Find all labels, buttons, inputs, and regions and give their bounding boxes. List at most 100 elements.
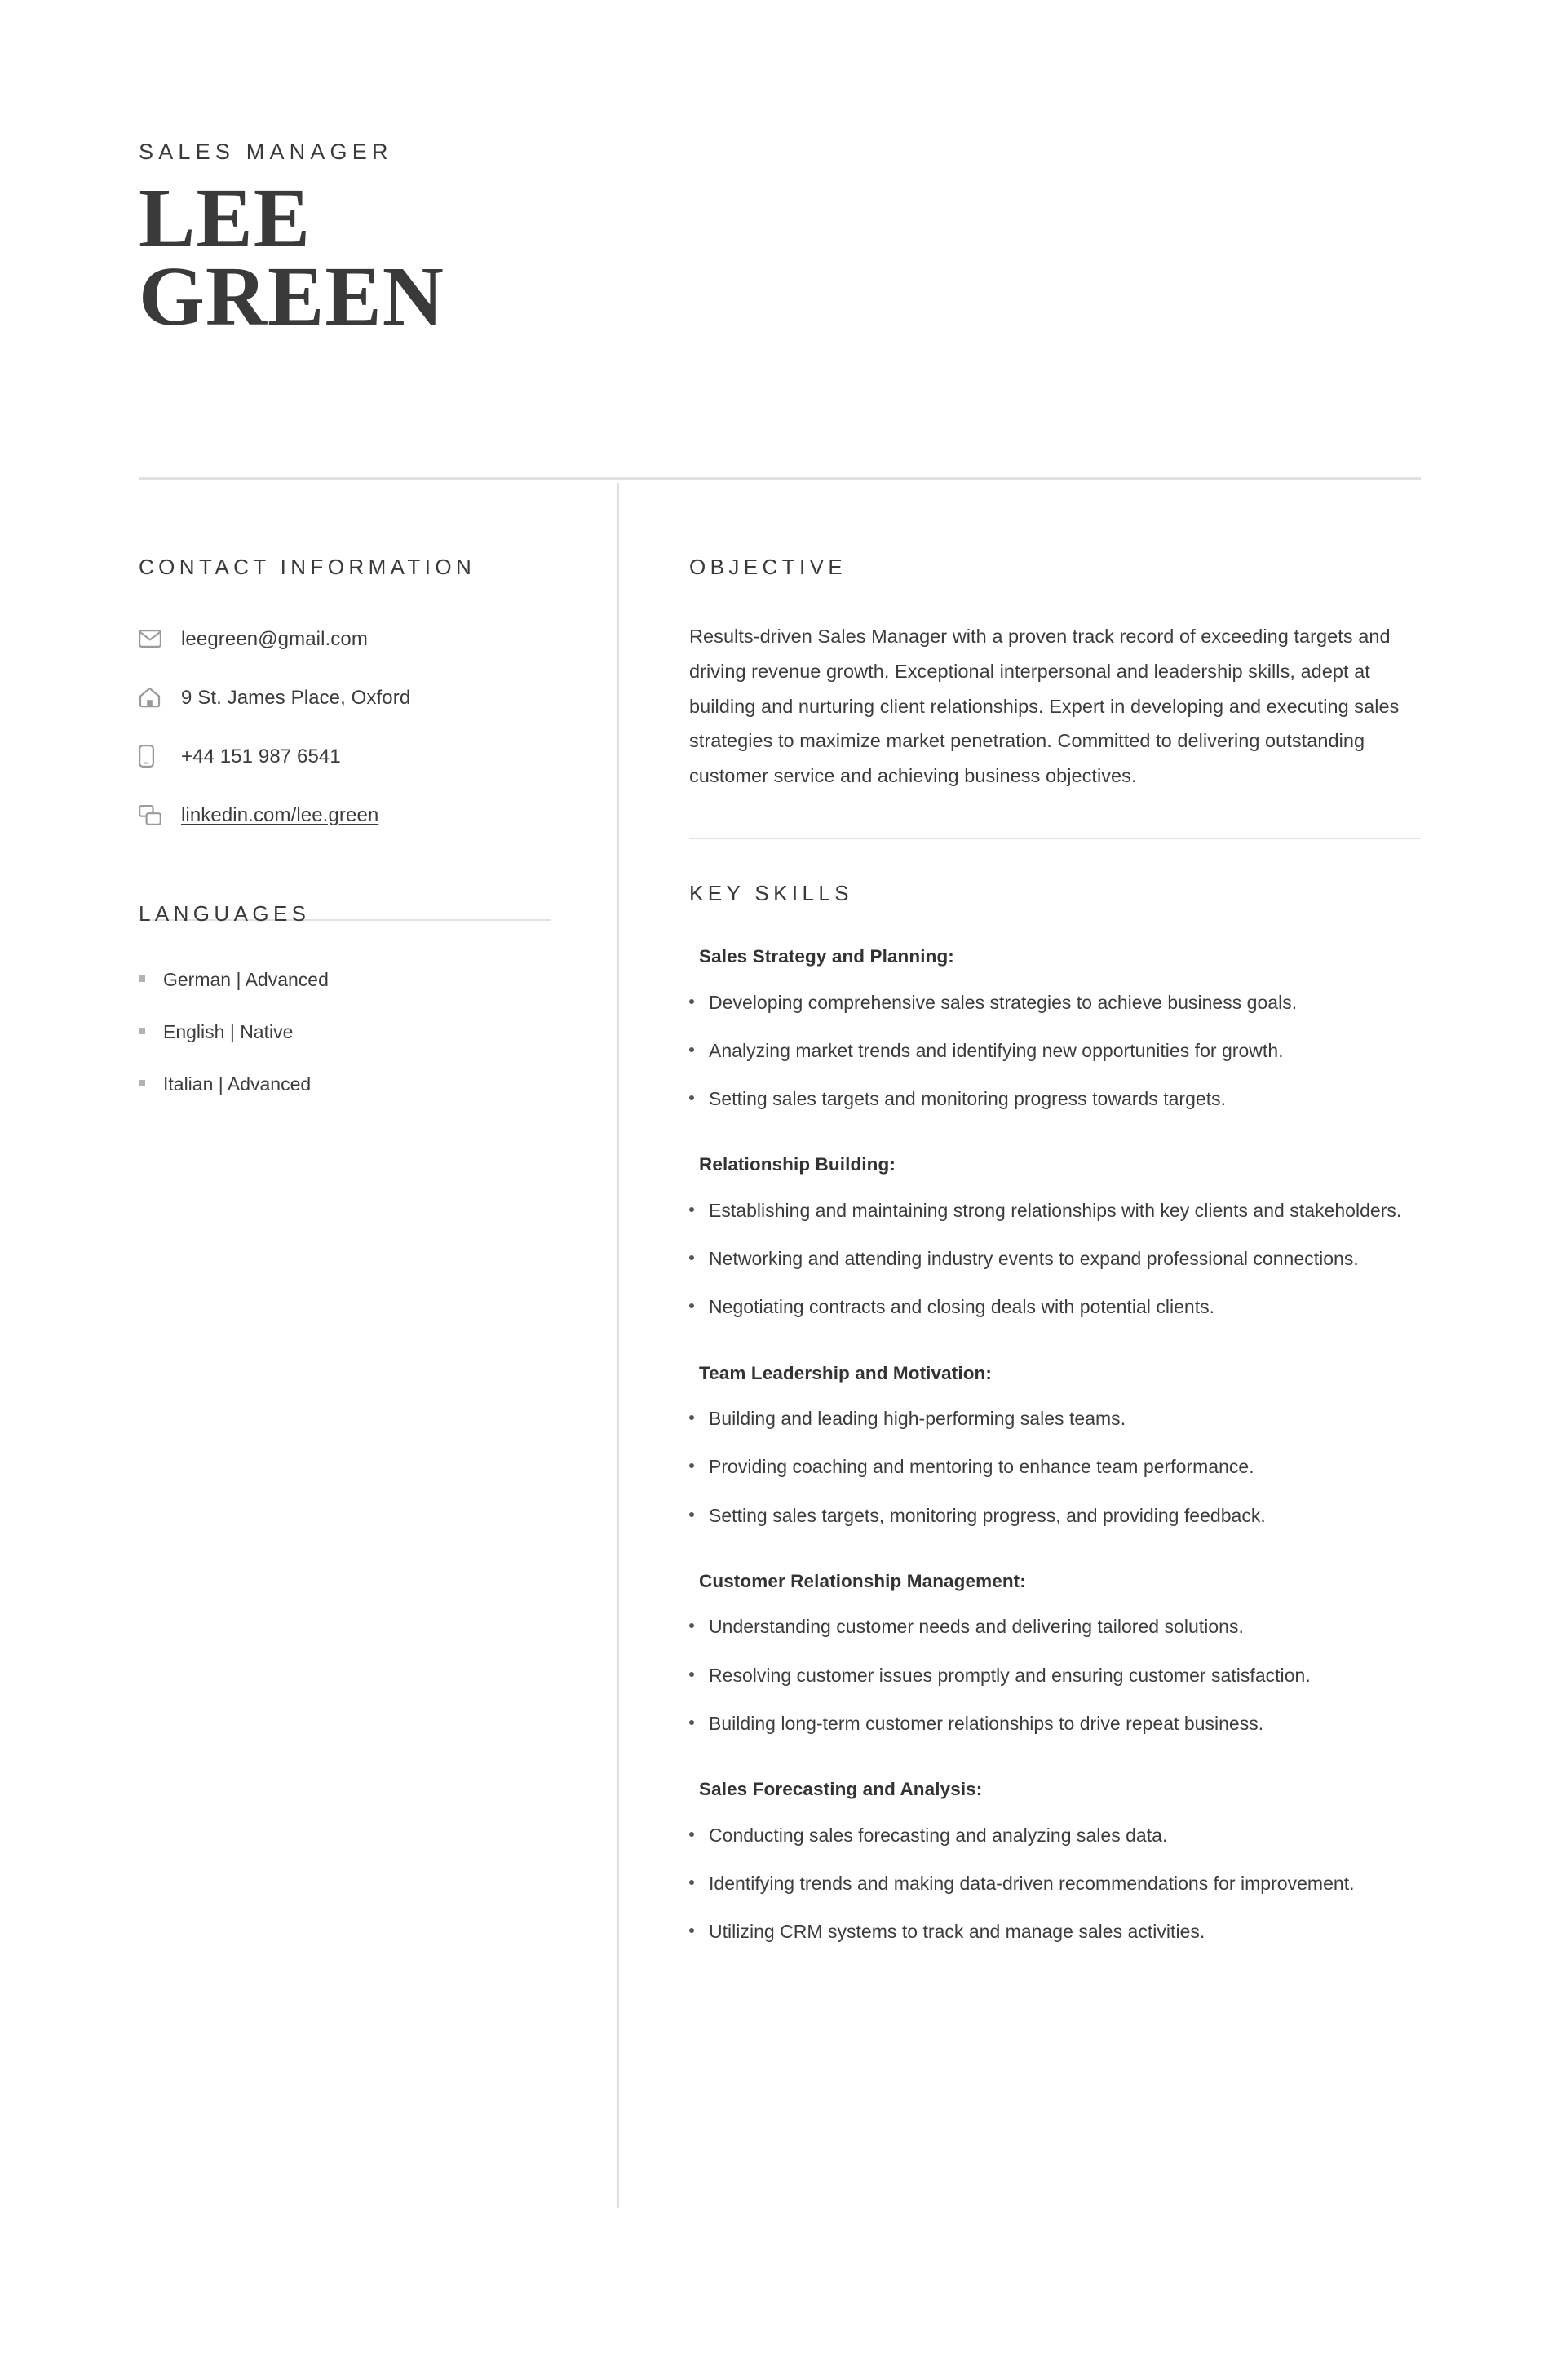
skill-text: Conducting sales forecasting and analyzi…: [709, 1824, 1168, 1846]
skill-text: Building long-term customer relationship…: [709, 1712, 1264, 1734]
languages-list: German | Advanced English | Native Itali…: [139, 967, 579, 1097]
list-item: Building long-term customer relationship…: [689, 1709, 1423, 1739]
skill-text: Identifying trends and making data-drive…: [709, 1872, 1355, 1894]
language-label: German | Advanced: [163, 969, 329, 991]
list-item: English | Native: [139, 1020, 579, 1045]
contact-item-linkedin[interactable]: linkedin.com/lee.green: [139, 802, 579, 828]
page-title: LEE GREEN: [139, 171, 1427, 344]
left-column: CONTACT INFORMATION leegreen@gmail.com 9…: [139, 555, 579, 1125]
square-bullet-icon: [139, 1028, 145, 1035]
skill-group-title: Sales Forecasting and Analysis:: [699, 1779, 983, 1800]
dot-bullet-icon: [689, 1831, 694, 1837]
contact-value-address: 9 St. James Place, Oxford: [181, 686, 411, 709]
contact-value-phone: +44 151 987 6541: [181, 745, 341, 768]
contact-section: CONTACT INFORMATION leegreen@gmail.com 9…: [139, 555, 579, 828]
skill-list: Understanding customer needs and deliver…: [689, 1612, 1423, 1739]
key-skills-section: KEY SKILLS Sales Strategy and Planning: …: [689, 881, 1423, 1947]
dot-bullet-icon: [689, 1415, 694, 1421]
contact-value-linkedin[interactable]: linkedin.com/lee.green: [181, 803, 378, 828]
dot-bullet-icon: [689, 1046, 694, 1052]
skill-group: Relationship Building: Establishing and …: [689, 1152, 1423, 1322]
skill-group: Customer Relationship Management: Unders…: [689, 1568, 1423, 1739]
skill-list: Establishing and maintaining strong rela…: [689, 1196, 1423, 1323]
header-divider: [139, 477, 1421, 480]
skill-group: Sales Forecasting and Analysis: Conducti…: [689, 1776, 1423, 1947]
right-column: OBJECTIVE Results-driven Sales Manager w…: [689, 555, 1423, 1965]
dot-bullet-icon: [689, 998, 694, 1004]
skill-group: Sales Strategy and Planning: Developing …: [689, 944, 1423, 1114]
resume-header: SALES MANAGER LEE GREEN: [139, 139, 1427, 344]
contact-item-email: leegreen@gmail.com: [139, 626, 579, 652]
contact-value-email: leegreen@gmail.com: [181, 627, 368, 650]
list-item: Setting sales targets and monitoring pro…: [689, 1084, 1423, 1114]
skill-list: Building and leading high-performing sal…: [689, 1404, 1423, 1531]
envelope-icon: [139, 626, 168, 652]
contact-item-address: 9 St. James Place, Oxford: [139, 684, 579, 710]
dot-bullet-icon: [689, 1511, 694, 1517]
skill-group-title: Customer Relationship Management:: [699, 1570, 1026, 1591]
key-skills-heading: KEY SKILLS: [689, 881, 853, 906]
languages-heading: LANGUAGES: [139, 901, 311, 927]
skill-text: Developing comprehensive sales strategie…: [709, 991, 1298, 1013]
language-label: Italian | Advanced: [163, 1073, 312, 1095]
link-pages-icon: [139, 802, 168, 828]
objective-section: OBJECTIVE Results-driven Sales Manager w…: [689, 555, 1423, 794]
skill-group: Team Leadership and Motivation: Building…: [689, 1360, 1423, 1531]
list-item: Setting sales targets, monitoring progre…: [689, 1501, 1423, 1531]
column-divider: [617, 483, 619, 2208]
dot-bullet-icon: [689, 1623, 694, 1629]
list-item: Identifying trends and making data-drive…: [689, 1869, 1423, 1899]
skill-text: Providing coaching and mentoring to enha…: [709, 1456, 1254, 1478]
contact-item-phone: +44 151 987 6541: [139, 743, 579, 769]
list-item: Negotiating contracts and closing deals …: [689, 1292, 1423, 1322]
last-name: GREEN: [139, 250, 445, 344]
objective-body: Results-driven Sales Manager with a prov…: [689, 626, 1400, 787]
list-item: Conducting sales forecasting and analyzi…: [689, 1820, 1423, 1851]
contact-heading: CONTACT INFORMATION: [139, 555, 476, 579]
list-item: Establishing and maintaining strong rela…: [689, 1196, 1423, 1226]
list-item: Utilizing CRM systems to track and manag…: [689, 1917, 1423, 1947]
skill-text: Utilizing CRM systems to track and manag…: [709, 1921, 1205, 1943]
job-title: SALES MANAGER: [139, 139, 393, 164]
skill-list: Conducting sales forecasting and analyzi…: [689, 1820, 1423, 1948]
skill-text: Building and leading high-performing sal…: [709, 1408, 1126, 1430]
home-icon: [139, 684, 168, 710]
list-item: Providing coaching and mentoring to enha…: [689, 1452, 1423, 1482]
list-item: Resolving customer issues promptly and e…: [689, 1661, 1423, 1691]
skill-text: Resolving customer issues promptly and e…: [709, 1664, 1311, 1686]
dot-bullet-icon: [689, 1255, 694, 1261]
dot-bullet-icon: [689, 1463, 694, 1469]
list-item: German | Advanced: [139, 967, 579, 993]
skill-text: Setting sales targets, monitoring progre…: [709, 1504, 1266, 1526]
skill-text: Negotiating contracts and closing deals …: [709, 1296, 1215, 1318]
list-item: Analyzing market trends and identifying …: [689, 1036, 1423, 1066]
dot-bullet-icon: [689, 1719, 694, 1725]
resume-page: SALES MANAGER LEE GREEN CONTACT INFORMAT…: [0, 0, 1566, 2380]
skill-group-title: Sales Strategy and Planning:: [699, 946, 954, 967]
skill-group-title: Team Leadership and Motivation:: [699, 1362, 992, 1383]
dot-bullet-icon: [689, 1303, 694, 1309]
skill-text: Analyzing market trends and identifying …: [709, 1039, 1284, 1061]
dot-bullet-icon: [689, 1879, 694, 1885]
skill-text: Establishing and maintaining strong rela…: [709, 1199, 1402, 1221]
phone-icon: [139, 743, 168, 769]
first-name: LEE: [139, 171, 312, 266]
skill-text: Networking and attending industry events…: [709, 1248, 1359, 1270]
skill-text: Setting sales targets and monitoring pro…: [709, 1088, 1227, 1110]
language-label: English | Native: [163, 1021, 294, 1043]
objective-heading: OBJECTIVE: [689, 555, 847, 579]
skill-list: Developing comprehensive sales strategie…: [689, 988, 1423, 1115]
square-bullet-icon: [139, 1080, 145, 1087]
square-bullet-icon: [139, 975, 145, 983]
dot-bullet-icon: [689, 1095, 694, 1101]
list-item: Italian | Advanced: [139, 1072, 579, 1097]
list-item: Understanding customer needs and deliver…: [689, 1612, 1423, 1642]
skill-text: Understanding customer needs and deliver…: [709, 1616, 1244, 1638]
dot-bullet-icon: [689, 1206, 694, 1212]
dot-bullet-icon: [689, 1671, 694, 1677]
list-item: Networking and attending industry events…: [689, 1244, 1423, 1274]
contact-list: leegreen@gmail.com 9 St. James Place, Ox…: [139, 626, 579, 828]
list-item: Developing comprehensive sales strategie…: [689, 988, 1423, 1018]
skill-group-title: Relationship Building:: [699, 1154, 896, 1175]
list-item: Building and leading high-performing sal…: [689, 1404, 1423, 1434]
